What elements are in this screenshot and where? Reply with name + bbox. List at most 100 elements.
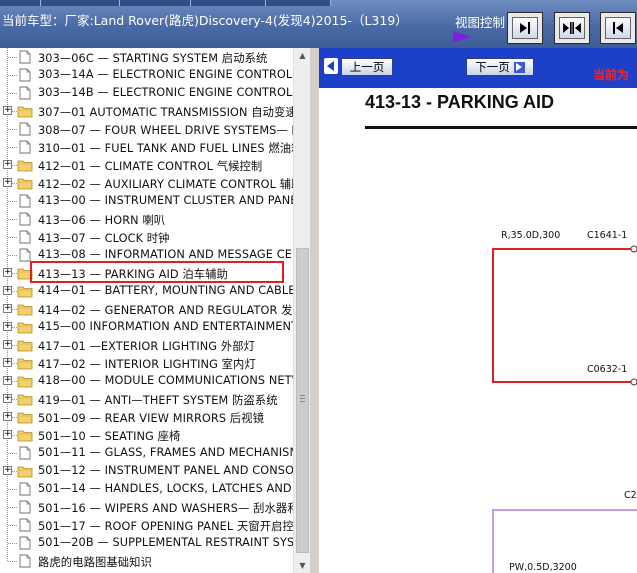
expand-plus-icon[interactable]: +: [3, 304, 12, 313]
tree-branch-line: [8, 219, 17, 220]
tree-item[interactable]: +414—01 — BATTERY, MOUNTING AND CABLES: [0, 282, 293, 300]
document-icon: [19, 536, 31, 550]
tree-item[interactable]: +501—12 — INSTRUMENT PANEL AND CONSOLE: [0, 462, 293, 480]
next-page-button[interactable]: 下一页: [466, 58, 534, 76]
tree-item[interactable]: 413—08 — INFORMATION AND MESSAGE CENTER: [0, 246, 293, 264]
tree-item-label: 303—14B — ELECTRONIC ENGINE CONTROLS: [38, 86, 293, 99]
scroll-up-arrow-icon[interactable]: ▲: [295, 48, 310, 63]
arrow-to-bar-left-icon: [613, 22, 623, 34]
folder-icon: [17, 160, 33, 172]
tree-item[interactable]: 501—17 — ROOF OPENING PANEL 天窗开启控制: [0, 516, 293, 534]
folder-icon: [17, 430, 33, 442]
next-page-label: 下一页: [475, 60, 510, 74]
document-icon: [19, 518, 31, 532]
tree-item[interactable]: 413—07 — CLOCK 时钟: [0, 228, 293, 246]
tree-item[interactable]: +501—09 — REAR VIEW MIRRORS 后视镜: [0, 408, 293, 426]
folder-icon: [17, 322, 33, 334]
document-icon: [19, 194, 31, 208]
tree-item-label: 501—09 — REAR VIEW MIRRORS 后视镜: [38, 412, 264, 425]
expand-plus-icon[interactable]: +: [3, 376, 12, 385]
scroll-down-arrow-icon[interactable]: ▼: [295, 558, 310, 573]
connector-top-label: C1641-1: [587, 230, 628, 241]
wire-spec-top: R,35.0D,300: [501, 230, 561, 241]
expand-plus-icon[interactable]: +: [3, 322, 12, 331]
document-icon: [19, 446, 31, 460]
document-icon: [19, 248, 31, 262]
split-view-button[interactable]: [554, 12, 590, 44]
expand-plus-icon[interactable]: +: [3, 268, 12, 277]
expand-plus-icon[interactable]: +: [3, 160, 12, 169]
tree-item[interactable]: +417—01 —EXTERIOR LIGHTING 外部灯: [0, 336, 293, 354]
expand-plus-icon[interactable]: +: [3, 412, 12, 421]
tree-item-label: 303—14A — ELECTRONIC ENGINE CONTROLS: [38, 68, 293, 81]
connector-pin-mid-icon: [630, 378, 637, 386]
next-arrow-icon: [513, 61, 525, 73]
tree-item-label: 417—01 —EXTERIOR LIGHTING 外部灯: [38, 340, 256, 353]
tree-item[interactable]: 303—14B — ELECTRONIC ENGINE CONTROLS: [0, 84, 293, 102]
nav-back-arrow-icon[interactable]: [324, 58, 338, 74]
document-icon: [19, 500, 31, 514]
tree-item[interactable]: 303—14A — ELECTRONIC ENGINE CONTROLS: [0, 66, 293, 84]
tree-item[interactable]: 303—06C — STARTING SYSTEM 启动系统: [0, 48, 293, 66]
tree-item-label: 501—12 — INSTRUMENT PANEL AND CONSOLE: [38, 464, 293, 477]
split-arrows-icon: [563, 22, 581, 34]
scroll-thumb[interactable]: [296, 248, 309, 553]
expand-plus-icon[interactable]: +: [3, 394, 12, 403]
tree-item[interactable]: +412—01 — CLIMATE CONTROL 气候控制: [0, 156, 293, 174]
wiring-diagram: [492, 245, 637, 573]
expand-plus-icon[interactable]: +: [3, 466, 12, 475]
folder-icon: [17, 106, 33, 118]
tree-item[interactable]: +418—00 — MODULE COMMUNICATIONS NETWORK: [0, 372, 293, 390]
expand-left-view-button[interactable]: [600, 12, 636, 44]
expand-plus-icon[interactable]: +: [3, 340, 12, 349]
tree-branch-line: [8, 93, 17, 94]
tree-item[interactable]: +412—02 — AUXILIARY CLIMATE CONTROL 辅助: [0, 174, 293, 192]
tree-item-label: 501—20B — SUPPLEMENTAL RESTRAINT SYSTEM: [38, 536, 293, 549]
folder-icon: [17, 376, 33, 388]
tree-item-label: 路虎的电路图基础知识: [38, 556, 152, 569]
tree-item-label: 501—11 — GLASS, FRAMES AND MECHANISMS: [38, 446, 293, 459]
tree-item[interactable]: 310—01 — FUEL TANK AND FUEL LINES 燃油箱: [0, 138, 293, 156]
document-icon: [19, 68, 31, 82]
tree-item-label: 413—13 — PARKING AID 泊车辅助: [38, 268, 228, 281]
tree-item-label: 303—06C — STARTING SYSTEM 启动系统: [38, 52, 268, 65]
tree-item-label: 414—02 — GENERATOR AND REGULATOR 发电机: [38, 304, 293, 317]
tree-item[interactable]: +419—01 — ANTI—THEFT SYSTEM 防盗系统: [0, 390, 293, 408]
panel-splitter[interactable]: [310, 48, 319, 573]
expand-plus-icon[interactable]: +: [3, 178, 12, 187]
tree-item[interactable]: 501—14 — HANDLES, LOCKS, LATCHES AND ENT…: [0, 480, 293, 498]
folder-icon: [17, 178, 33, 190]
expand-plus-icon[interactable]: +: [3, 358, 12, 367]
tree-branch-line: [8, 147, 17, 148]
expand-plus-icon[interactable]: +: [3, 106, 12, 115]
tree-item[interactable]: 308—07 — FOUR WHEEL DRIVE SYSTEMS— 四驱系统: [0, 120, 293, 138]
tree-branch-line: [8, 201, 17, 202]
tree-branch-line: [8, 75, 17, 76]
tree-item[interactable]: 501—16 — WIPERS AND WASHERS— 刮水器和洗涤器: [0, 498, 293, 516]
expand-plus-icon[interactable]: +: [3, 430, 12, 439]
tree-item-selected[interactable]: +413—13 — PARKING AID 泊车辅助: [0, 264, 293, 282]
scroll-grip-icon: [300, 395, 305, 404]
prev-page-button[interactable]: 上一页: [341, 58, 393, 76]
tree-scrollbar[interactable]: ▲ ▼: [293, 48, 311, 573]
tree-item[interactable]: 413—00 — INSTRUMENT CLUSTER AND PANEL: [0, 192, 293, 210]
tree-item[interactable]: 路虎的电路图基础知识: [0, 552, 293, 570]
tree-item[interactable]: +307—01 AUTOMATIC TRANSMISSION 自动变速器: [0, 102, 293, 120]
expand-right-view-button[interactable]: [507, 12, 543, 44]
tree-item[interactable]: +415—00 INFORMATION AND ENTERTAINMENT: [0, 318, 293, 336]
tree-item[interactable]: +501—10 — SEATING 座椅: [0, 426, 293, 444]
document-icon: [19, 86, 31, 100]
tree-item[interactable]: 501—11 — GLASS, FRAMES AND MECHANISMS: [0, 444, 293, 462]
circuit-tree-panel[interactable]: 303—06C — STARTING SYSTEM 启动系统 303—14A — …: [0, 48, 293, 573]
tree-item[interactable]: 413—06 — HORN 喇叭: [0, 210, 293, 228]
tree-item-label: 501—14 — HANDLES, LOCKS, LATCHES AND ENT…: [38, 482, 293, 495]
tree-item-label: 413—06 — HORN 喇叭: [38, 214, 166, 227]
expand-plus-icon[interactable]: +: [3, 286, 12, 295]
document-icon: [19, 212, 31, 226]
tree-item[interactable]: +417—02 — INTERIOR LIGHTING 室内灯: [0, 354, 293, 372]
connector-right-label: C2: [624, 490, 637, 501]
tree-item-label: 413—07 — CLOCK 时钟: [38, 232, 170, 245]
view-control-label: 视图控制: [455, 15, 506, 30]
tree-item[interactable]: +414—02 — GENERATOR AND REGULATOR 发电机: [0, 300, 293, 318]
tree-item[interactable]: 501—20B — SUPPLEMENTAL RESTRAINT SYSTEM: [0, 534, 293, 552]
